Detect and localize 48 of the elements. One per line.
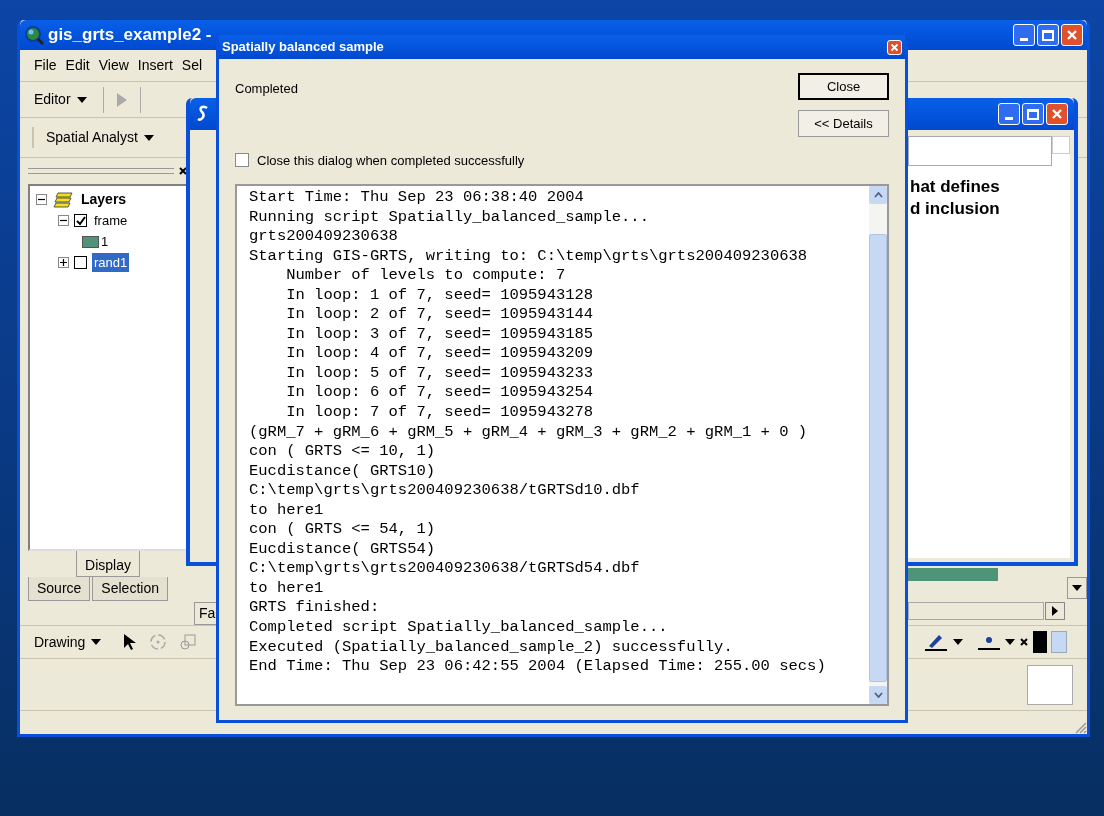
log-line: In loop: 7 of 7, seed= 1095943278: [285, 403, 595, 423]
log-line: Executed (Spatially_balanced_sample_2) successfully.: [249, 637, 734, 658]
log-line: Completed script Spatially_balanced_sample...: [249, 618, 669, 638]
dialog-title: Spatially balanced sample: [222, 38, 384, 57]
log-line: (gRM_7 + gRM_6 + gRM_5 + gRM_4 + gRM_3 + gRM_2 + gRM_1 + 0 ): [249, 422, 809, 443]
help-text: hat defines: [909, 176, 1001, 198]
legend-label: 1: [101, 232, 109, 251]
details-button[interactable]: << Details: [798, 110, 889, 137]
log-line: In loop: 1 of 7, seed= 1095943128: [285, 285, 595, 306]
log-line: In loop: 6 of 7, seed= 1095943254: [285, 383, 595, 403]
menu-item[interactable]: Insert: [137, 55, 173, 76]
log-line: C:\temp\grts\grts200409230638/tGRTSd54.dbf: [249, 559, 641, 579]
close-dialog-button[interactable]: Close: [798, 73, 889, 100]
menu-item[interactable]: File: [34, 55, 57, 76]
editor-menu-button[interactable]: Editor: [34, 89, 87, 110]
log-line: GRTS finished:: [249, 598, 381, 619]
help-text: d inclusion: [909, 198, 1001, 220]
drawing-menu-button[interactable]: Drawing: [34, 631, 102, 653]
log-line: grts200409230638: [249, 227, 399, 247]
log-line: In loop: 3 of 7, seed= 1095943185: [285, 324, 595, 345]
log-line: In loop: 2 of 7, seed= 1095943144: [285, 305, 595, 325]
layer-label[interactable]: Layers: [79, 189, 129, 210]
log-line: In loop: 5 of 7, seed= 1095943233: [285, 363, 595, 384]
log-line: Running script Spatially_balanced_sample...: [249, 207, 650, 228]
layer-label[interactable]: rand1: [92, 252, 130, 273]
log-line: con ( GRTS <= 54, 1): [249, 520, 437, 540]
log-line: Eucdistance( GRTS10): [249, 461, 437, 482]
checkbox-label: Close this dialog when completed successfully: [257, 151, 525, 170]
log-line: Eucdistance( GRTS54): [249, 539, 437, 560]
window-title: gis_grts_example2 -: [48, 24, 212, 47]
log-line: Start Time: Thu Sep 23 06:38:40 2004: [249, 188, 585, 208]
menu-item[interactable]: Edit: [65, 55, 90, 76]
status-text: Completed: [235, 80, 299, 98]
spatial-analyst-menu-button[interactable]: Spatial Analyst: [32, 127, 154, 148]
panel-tab[interactable]: Display: [76, 551, 140, 577]
log-line: to here1: [249, 500, 325, 521]
menu-item[interactable]: View: [98, 55, 129, 76]
panel-tab[interactable]: Selection: [92, 577, 168, 601]
log-line: Starting GIS-GRTS, writing to: C:\temp\grts\grts200409230638: [249, 246, 809, 267]
layer-label[interactable]: frame: [92, 210, 130, 231]
log-line: In loop: 4 of 7, seed= 1095943209: [285, 344, 595, 364]
menu-item[interactable]: Sel: [181, 55, 203, 76]
log-line: to here1: [249, 578, 325, 599]
panel-tab[interactable]: Source: [28, 577, 91, 601]
log-line: Number of levels to compute: 7: [285, 266, 567, 286]
log-line: End Time: Thu Sep 23 06:42:55 2004 (Elapsed Time: 255.00 secs): [249, 657, 827, 677]
log-line: C:\temp\grts\grts200409230638/tGRTSd10.dbf: [249, 481, 641, 501]
log-line: con ( GRTS <= 10, 1): [249, 442, 437, 462]
